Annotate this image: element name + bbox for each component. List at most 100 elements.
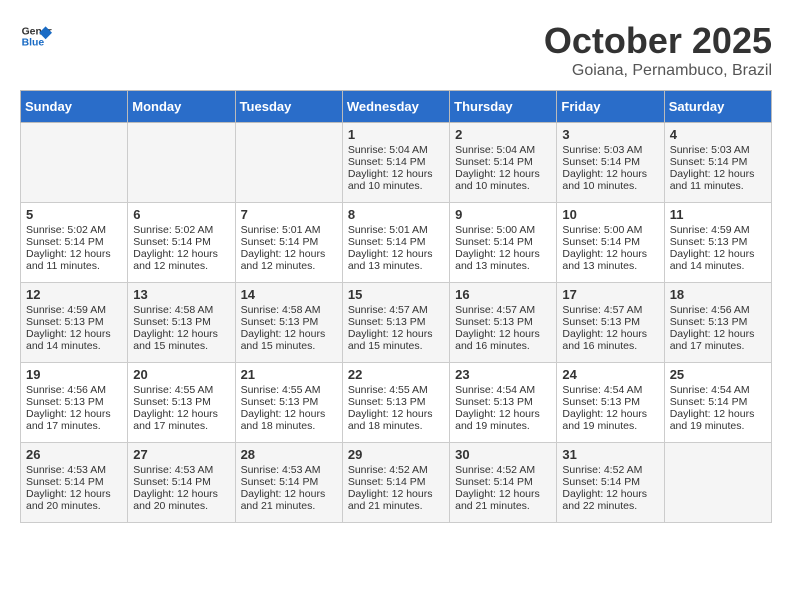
calendar-cell: 14 Sunrise: 4:58 AM Sunset: 5:13 PM Dayl…	[235, 283, 342, 363]
day-header-thursday: Thursday	[450, 91, 557, 123]
sunset-text: Sunset: 5:13 PM	[241, 316, 319, 328]
calendar-cell: 15 Sunrise: 4:57 AM Sunset: 5:13 PM Dayl…	[342, 283, 449, 363]
day-number: 19	[26, 367, 122, 382]
week-row-4: 19 Sunrise: 4:56 AM Sunset: 5:13 PM Dayl…	[21, 363, 772, 443]
calendar-cell: 13 Sunrise: 4:58 AM Sunset: 5:13 PM Dayl…	[128, 283, 235, 363]
daylight-text: Daylight: 12 hours and 13 minutes.	[348, 248, 433, 272]
daylight-text: Daylight: 12 hours and 20 minutes.	[26, 488, 111, 512]
daylight-text: Daylight: 12 hours and 12 minutes.	[241, 248, 326, 272]
day-header-saturday: Saturday	[664, 91, 771, 123]
sunset-text: Sunset: 5:14 PM	[241, 236, 319, 248]
calendar-cell	[235, 123, 342, 203]
sunset-text: Sunset: 5:14 PM	[26, 476, 104, 488]
daylight-text: Daylight: 12 hours and 17 minutes.	[133, 408, 218, 432]
day-number: 4	[670, 127, 766, 142]
sunrise-text: Sunrise: 4:53 AM	[241, 464, 321, 476]
day-number: 27	[133, 447, 229, 462]
calendar-cell: 24 Sunrise: 4:54 AM Sunset: 5:13 PM Dayl…	[557, 363, 664, 443]
calendar-cell: 22 Sunrise: 4:55 AM Sunset: 5:13 PM Dayl…	[342, 363, 449, 443]
sunset-text: Sunset: 5:14 PM	[455, 476, 533, 488]
daylight-text: Daylight: 12 hours and 15 minutes.	[241, 328, 326, 352]
sunrise-text: Sunrise: 4:57 AM	[455, 304, 535, 316]
day-number: 18	[670, 287, 766, 302]
sunset-text: Sunset: 5:14 PM	[562, 156, 640, 168]
calendar-cell: 26 Sunrise: 4:53 AM Sunset: 5:14 PM Dayl…	[21, 443, 128, 523]
day-number: 9	[455, 207, 551, 222]
daylight-text: Daylight: 12 hours and 18 minutes.	[241, 408, 326, 432]
daylight-text: Daylight: 12 hours and 19 minutes.	[670, 408, 755, 432]
day-number: 6	[133, 207, 229, 222]
calendar-cell: 16 Sunrise: 4:57 AM Sunset: 5:13 PM Dayl…	[450, 283, 557, 363]
day-number: 29	[348, 447, 444, 462]
calendar-cell: 3 Sunrise: 5:03 AM Sunset: 5:14 PM Dayli…	[557, 123, 664, 203]
day-header-sunday: Sunday	[21, 91, 128, 123]
sunset-text: Sunset: 5:14 PM	[348, 236, 426, 248]
daylight-text: Daylight: 12 hours and 13 minutes.	[562, 248, 647, 272]
day-number: 12	[26, 287, 122, 302]
sunset-text: Sunset: 5:13 PM	[562, 396, 640, 408]
sunrise-text: Sunrise: 4:58 AM	[241, 304, 321, 316]
day-number: 21	[241, 367, 337, 382]
sunrise-text: Sunrise: 5:00 AM	[562, 224, 642, 236]
sunset-text: Sunset: 5:14 PM	[455, 236, 533, 248]
day-number: 5	[26, 207, 122, 222]
calendar-cell: 17 Sunrise: 4:57 AM Sunset: 5:13 PM Dayl…	[557, 283, 664, 363]
day-number: 26	[26, 447, 122, 462]
daylight-text: Daylight: 12 hours and 15 minutes.	[348, 328, 433, 352]
sunset-text: Sunset: 5:14 PM	[670, 396, 748, 408]
day-number: 31	[562, 447, 658, 462]
sunrise-text: Sunrise: 5:01 AM	[348, 224, 428, 236]
sunrise-text: Sunrise: 4:55 AM	[133, 384, 213, 396]
calendar-cell: 2 Sunrise: 5:04 AM Sunset: 5:14 PM Dayli…	[450, 123, 557, 203]
sunrise-text: Sunrise: 5:04 AM	[455, 144, 535, 156]
calendar-cell: 23 Sunrise: 4:54 AM Sunset: 5:13 PM Dayl…	[450, 363, 557, 443]
calendar-cell: 21 Sunrise: 4:55 AM Sunset: 5:13 PM Dayl…	[235, 363, 342, 443]
sunset-text: Sunset: 5:14 PM	[241, 476, 319, 488]
sunrise-text: Sunrise: 5:03 AM	[562, 144, 642, 156]
daylight-text: Daylight: 12 hours and 14 minutes.	[26, 328, 111, 352]
day-number: 17	[562, 287, 658, 302]
calendar-cell	[128, 123, 235, 203]
day-number: 24	[562, 367, 658, 382]
calendar-cell	[664, 443, 771, 523]
calendar-table: SundayMondayTuesdayWednesdayThursdayFrid…	[20, 90, 772, 523]
day-header-monday: Monday	[128, 91, 235, 123]
day-number: 28	[241, 447, 337, 462]
sunset-text: Sunset: 5:13 PM	[133, 316, 211, 328]
week-row-3: 12 Sunrise: 4:59 AM Sunset: 5:13 PM Dayl…	[21, 283, 772, 363]
daylight-text: Daylight: 12 hours and 19 minutes.	[562, 408, 647, 432]
sunrise-text: Sunrise: 4:59 AM	[26, 304, 106, 316]
calendar-cell: 4 Sunrise: 5:03 AM Sunset: 5:14 PM Dayli…	[664, 123, 771, 203]
daylight-text: Daylight: 12 hours and 21 minutes.	[241, 488, 326, 512]
calendar-cell: 7 Sunrise: 5:01 AM Sunset: 5:14 PM Dayli…	[235, 203, 342, 283]
day-number: 25	[670, 367, 766, 382]
daylight-text: Daylight: 12 hours and 21 minutes.	[455, 488, 540, 512]
sunrise-text: Sunrise: 4:52 AM	[455, 464, 535, 476]
sunrise-text: Sunrise: 4:52 AM	[348, 464, 428, 476]
calendar-cell: 31 Sunrise: 4:52 AM Sunset: 5:14 PM Dayl…	[557, 443, 664, 523]
daylight-text: Daylight: 12 hours and 14 minutes.	[670, 248, 755, 272]
daylight-text: Daylight: 12 hours and 10 minutes.	[455, 168, 540, 192]
svg-text:Blue: Blue	[22, 38, 45, 49]
day-number: 30	[455, 447, 551, 462]
daylight-text: Daylight: 12 hours and 16 minutes.	[455, 328, 540, 352]
calendar-body: 1 Sunrise: 5:04 AM Sunset: 5:14 PM Dayli…	[21, 123, 772, 523]
sunset-text: Sunset: 5:13 PM	[348, 396, 426, 408]
sunrise-text: Sunrise: 5:01 AM	[241, 224, 321, 236]
calendar-cell: 30 Sunrise: 4:52 AM Sunset: 5:14 PM Dayl…	[450, 443, 557, 523]
day-number: 8	[348, 207, 444, 222]
title-area: October 2025 Goiana, Pernambuco, Brazil	[544, 20, 772, 80]
sunset-text: Sunset: 5:14 PM	[455, 156, 533, 168]
sunrise-text: Sunrise: 4:54 AM	[455, 384, 535, 396]
location-subtitle: Goiana, Pernambuco, Brazil	[544, 62, 772, 80]
sunset-text: Sunset: 5:14 PM	[348, 156, 426, 168]
day-number: 3	[562, 127, 658, 142]
sunrise-text: Sunrise: 4:54 AM	[670, 384, 750, 396]
day-header-friday: Friday	[557, 91, 664, 123]
month-title: October 2025	[544, 20, 772, 62]
sunrise-text: Sunrise: 4:57 AM	[562, 304, 642, 316]
calendar-header: SundayMondayTuesdayWednesdayThursdayFrid…	[21, 91, 772, 123]
daylight-text: Daylight: 12 hours and 11 minutes.	[670, 168, 755, 192]
header-row: SundayMondayTuesdayWednesdayThursdayFrid…	[21, 91, 772, 123]
sunset-text: Sunset: 5:13 PM	[670, 316, 748, 328]
